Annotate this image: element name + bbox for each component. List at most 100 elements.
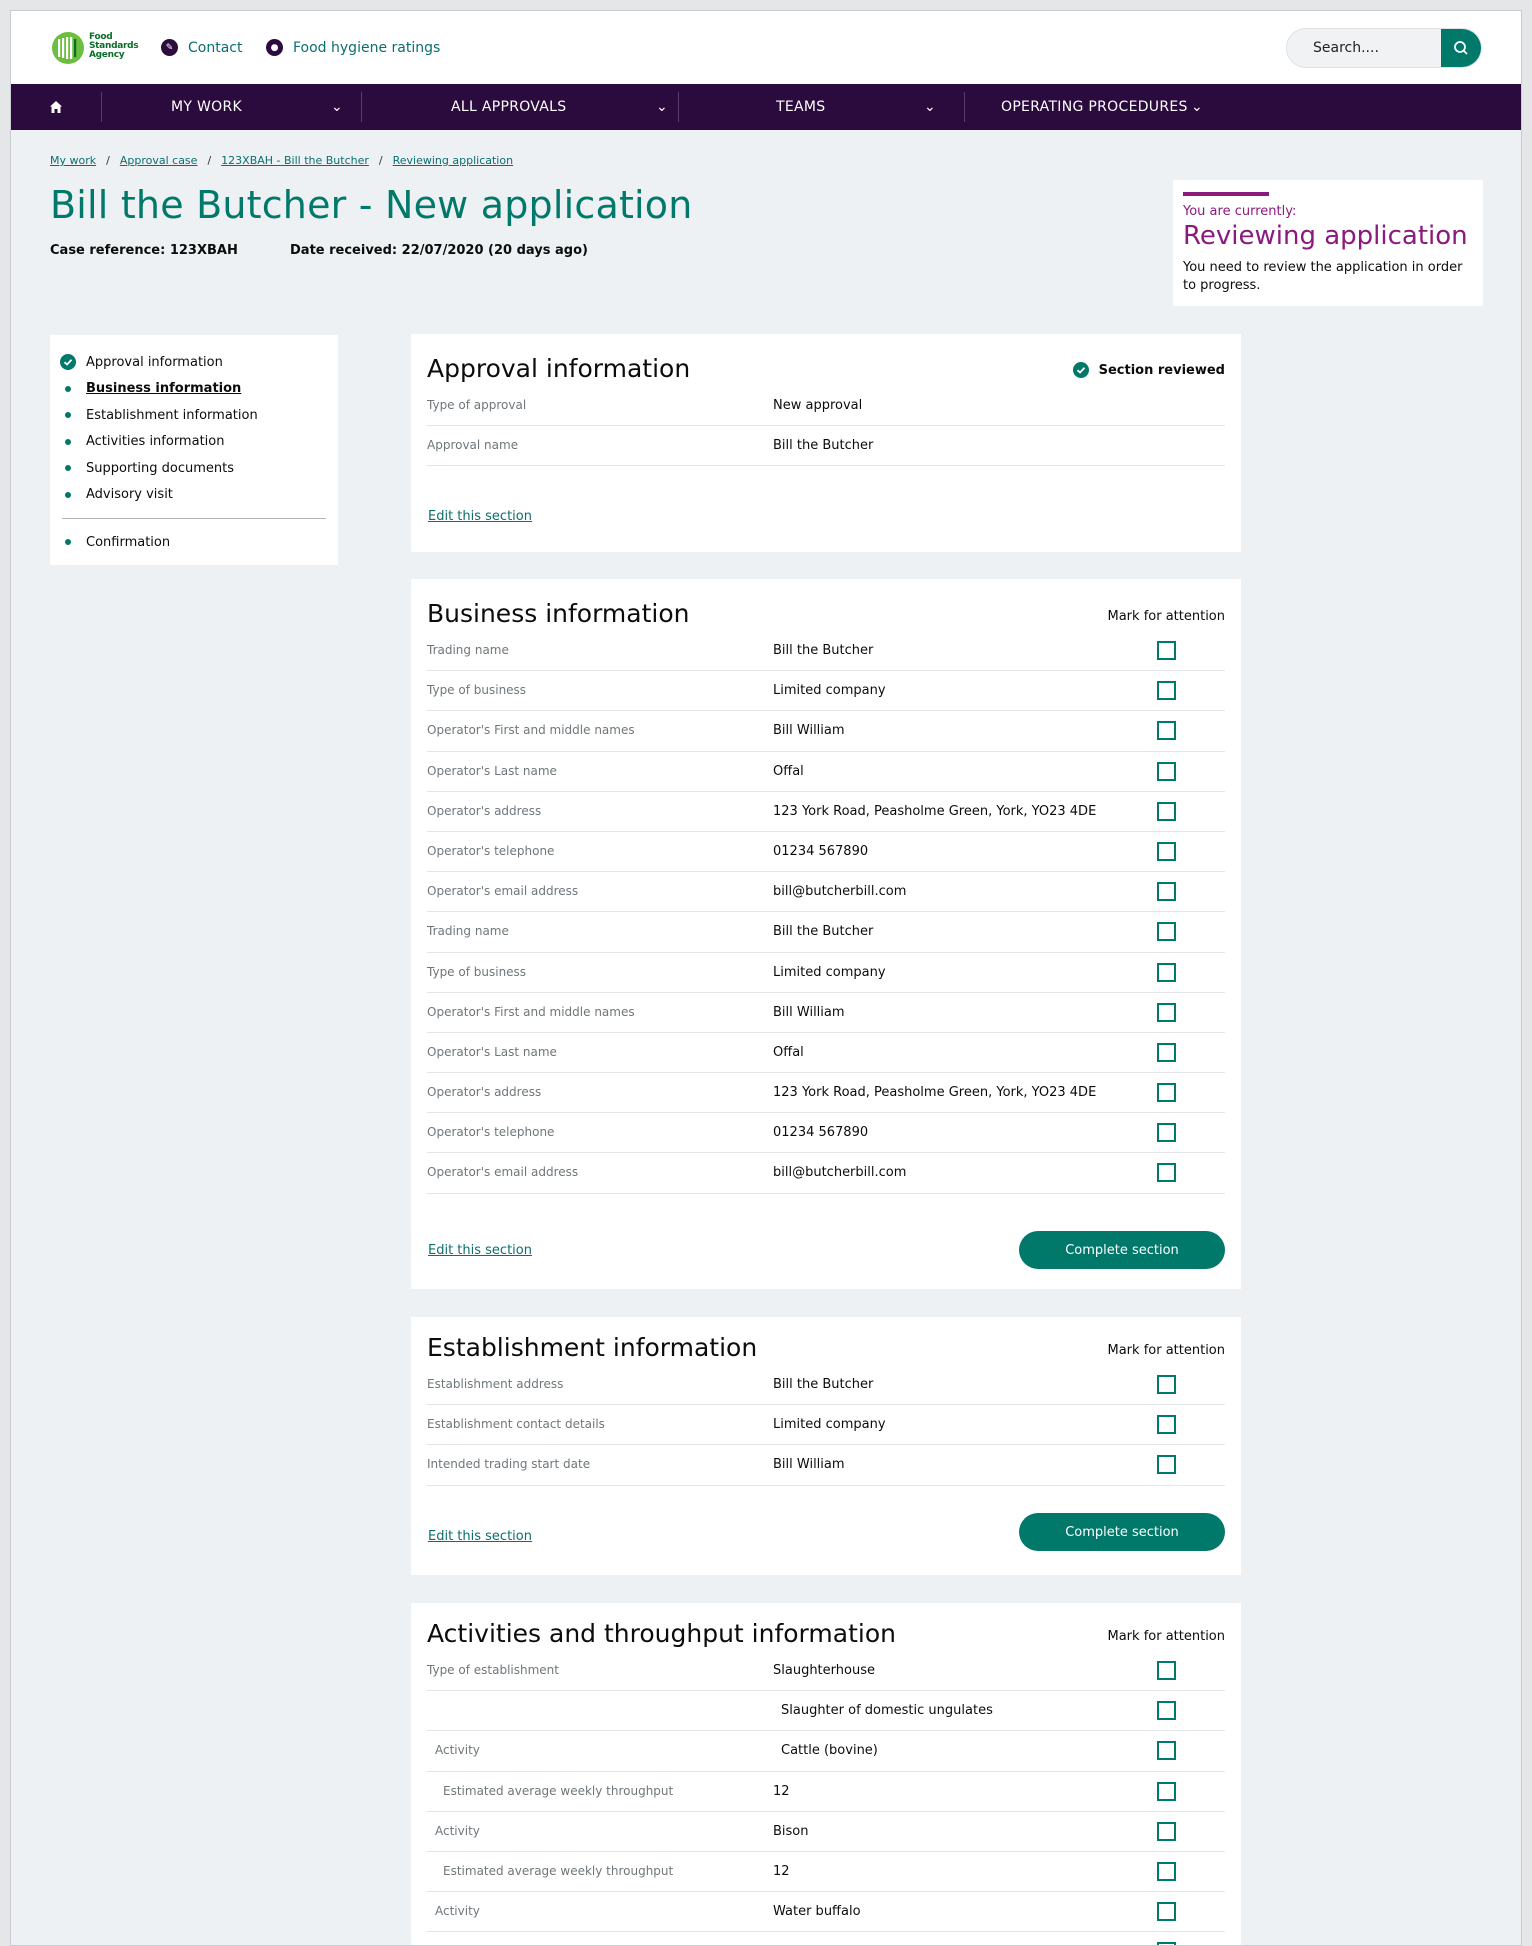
- contact-link[interactable]: ✎ Contact: [161, 39, 242, 56]
- bullet-icon: [60, 438, 76, 445]
- bullet-icon: [60, 539, 76, 546]
- sidenav-business-information[interactable]: Business information: [60, 376, 328, 403]
- food-hygiene-link[interactable]: ● Food hygiene ratings: [266, 39, 440, 56]
- row-value: 123 York Road, Peasholme Green, York, YO…: [773, 1085, 1097, 1101]
- edit-section-link[interactable]: Edit this section: [428, 1243, 532, 1258]
- date-received: Date received: 22/07/2020 (20 days ago): [290, 243, 588, 258]
- mark-for-attention-checkbox[interactable]: [1157, 1415, 1176, 1435]
- business-rows: Trading name Bill the Butcher Type of busi…: [427, 631, 1225, 1194]
- nav-teams[interactable]: TEAMS ⌄: [746, 84, 964, 130]
- table-row: Type of business Limited company: [427, 671, 1225, 712]
- breadcrumb-separator: /: [378, 154, 383, 167]
- status-panel: You are currently: Reviewing application…: [1173, 180, 1483, 306]
- nav-divider: [101, 92, 102, 122]
- breadcrumb-separator: /: [106, 154, 110, 167]
- section-title: Business information: [427, 599, 690, 628]
- logo-text: Food Standards Agency: [89, 32, 139, 60]
- row-value: Offal: [773, 1044, 804, 1060]
- mark-for-attention-checkbox[interactable]: [1157, 761, 1176, 781]
- search-input[interactable]: [1287, 29, 1442, 67]
- edit-section-link[interactable]: Edit this section: [428, 1529, 532, 1544]
- complete-section-button[interactable]: Complete section: [1019, 1513, 1225, 1551]
- approval-rows: Type of approval New approval Approval n…: [427, 386, 1225, 467]
- sidenav-supporting-documents[interactable]: Supporting documents: [60, 455, 328, 482]
- mark-for-attention-checkbox[interactable]: [1157, 1661, 1176, 1680]
- sidenav-label: Establishment information: [86, 407, 258, 423]
- row-value: Bill the Butcher: [773, 924, 874, 940]
- sidenav-advisory-visit[interactable]: Advisory visit: [60, 482, 328, 509]
- mark-for-attention-checkbox[interactable]: [1157, 1163, 1176, 1183]
- row-key: Operator's First and middle names: [427, 723, 635, 738]
- mark-for-attention-checkbox[interactable]: [1157, 1942, 1176, 1945]
- nav-all-approvals[interactable]: ALL APPROVALS ⌄: [421, 84, 696, 130]
- sidenav-establishment-information[interactable]: Establishment information: [60, 402, 328, 429]
- nav-divider: [361, 92, 362, 122]
- mark-for-attention-checkbox[interactable]: [1157, 1741, 1176, 1761]
- mark-for-attention-checkbox[interactable]: [1157, 882, 1176, 902]
- row-key: Operator's Last name: [427, 763, 557, 778]
- status-kicker: You are currently:: [1183, 204, 1297, 219]
- mark-for-attention-checkbox[interactable]: [1157, 641, 1176, 660]
- complete-section-button[interactable]: Complete section: [1019, 1231, 1225, 1269]
- section-reviewed-label: Section reviewed: [1098, 362, 1225, 378]
- mark-for-attention-heading: Mark for attention: [1107, 1343, 1226, 1358]
- breadcrumb-current[interactable]: Reviewing application: [393, 154, 513, 167]
- mark-for-attention-heading: Mark for attention: [1107, 609, 1226, 624]
- breadcrumb-my-work[interactable]: My work: [50, 154, 96, 167]
- contact-label: Contact: [188, 39, 243, 56]
- search-icon: [1454, 41, 1468, 55]
- top-bar: Food Standards Agency ✎ Contact ● Food h…: [11, 11, 1521, 84]
- mark-for-attention-checkbox[interactable]: [1157, 681, 1176, 701]
- mark-for-attention-checkbox[interactable]: [1157, 1123, 1176, 1143]
- mark-for-attention-checkbox[interactable]: [1157, 1455, 1176, 1475]
- nav-my-work[interactable]: MY WORK ⌄: [141, 84, 371, 130]
- breadcrumb-case[interactable]: 123XBAH - Bill the Butcher: [221, 154, 369, 167]
- mark-for-attention-checkbox[interactable]: [1157, 1083, 1176, 1103]
- sidenav-label: Supporting documents: [86, 460, 234, 476]
- table-row: Approval name Bill the Butcher: [427, 426, 1225, 467]
- nav-divider: [678, 92, 679, 122]
- mark-for-attention-checkbox[interactable]: [1157, 1375, 1176, 1394]
- chevron-down-icon: ⌄: [1190, 99, 1203, 115]
- sidenav-confirmation[interactable]: Confirmation: [60, 529, 328, 556]
- mark-for-attention-checkbox[interactable]: [1157, 1821, 1176, 1841]
- sidenav-activities-information[interactable]: Activities information: [60, 429, 328, 456]
- home-button[interactable]: [11, 84, 101, 130]
- mark-for-attention-checkbox[interactable]: [1157, 962, 1176, 982]
- chevron-down-icon: ⌄: [330, 99, 343, 115]
- mark-for-attention-checkbox[interactable]: [1157, 1861, 1176, 1881]
- nav-divider: [964, 92, 965, 122]
- breadcrumb-approval-case[interactable]: Approval case: [120, 154, 198, 167]
- edit-section-link[interactable]: Edit this section: [428, 509, 532, 524]
- table-row: Establishment address Bill the Butcher: [427, 1365, 1225, 1406]
- nav-operating-procedures-label: OPERATING PROCEDURES: [1001, 99, 1188, 115]
- table-row: Type of approval New approval: [427, 386, 1225, 427]
- mark-for-attention-checkbox[interactable]: [1157, 841, 1176, 861]
- sidenav-label: Activities information: [86, 434, 225, 450]
- mark-for-attention-checkbox[interactable]: [1157, 801, 1176, 821]
- mark-for-attention-checkbox[interactable]: [1157, 721, 1176, 741]
- chevron-down-icon: ⌄: [923, 99, 936, 115]
- food-hygiene-label: Food hygiene ratings: [293, 39, 441, 56]
- mark-for-attention-checkbox[interactable]: [1157, 1042, 1176, 1062]
- row-value: 12: [773, 1863, 790, 1879]
- nav-operating-procedures[interactable]: OPERATING PROCEDURES ⌄: [971, 84, 1231, 130]
- search-button[interactable]: [1441, 29, 1481, 67]
- sidenav-label: Confirmation: [86, 534, 171, 550]
- sidenav-approval-information[interactable]: Approval information: [60, 349, 328, 376]
- mark-for-attention-checkbox[interactable]: [1157, 1701, 1176, 1721]
- sidenav-divider: [62, 518, 326, 519]
- row-value: Limited company: [773, 683, 886, 699]
- mark-for-attention-checkbox[interactable]: [1157, 1781, 1176, 1801]
- row-value: bill@butcherbill.com: [773, 884, 907, 900]
- nav-all-approvals-label: ALL APPROVALS: [451, 99, 567, 115]
- row-key: Operator's telephone: [427, 1125, 555, 1140]
- row-value: 01234 567890: [773, 843, 869, 859]
- section-title: Approval information: [427, 354, 691, 383]
- nav-teams-label: TEAMS: [776, 99, 826, 115]
- row-value: 12: [773, 1783, 790, 1799]
- mark-for-attention-checkbox[interactable]: [1157, 922, 1176, 942]
- sidenav-label: Advisory visit: [86, 487, 173, 503]
- mark-for-attention-checkbox[interactable]: [1157, 1902, 1176, 1922]
- mark-for-attention-checkbox[interactable]: [1157, 1002, 1176, 1022]
